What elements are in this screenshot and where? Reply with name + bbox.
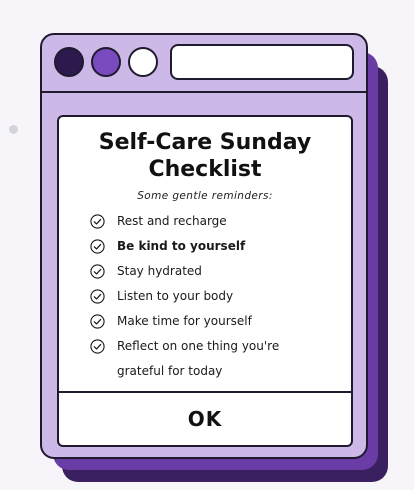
checklist-item[interactable]: Reflect on one thing you're grateful for… [90, 337, 351, 384]
checklist-item[interactable]: Make time for yourself [90, 312, 351, 331]
check-circle-icon [90, 239, 105, 254]
checklist-title-line1: Self-Care Sunday [98, 130, 312, 155]
checklist-panel: Self-Care Sunday Checklist Some gentle r… [57, 115, 353, 447]
checklist-item-label: Rest and recharge [117, 214, 227, 228]
check-circle-icon [90, 214, 105, 229]
checklist-item[interactable]: Stay hydrated [90, 262, 351, 281]
checklist-item[interactable]: Be kind to yourself [90, 237, 351, 256]
window-control-dark-circle[interactable] [54, 47, 84, 77]
check-circle-icon [90, 264, 105, 279]
dialog-window: Self-Care Sunday Checklist Some gentle r… [40, 33, 368, 459]
checklist-item-label: Stay hydrated [117, 264, 202, 278]
check-circle-icon [90, 314, 105, 329]
checklist-item-label: Listen to your body [117, 289, 234, 303]
checklist-title: Self-Care Sunday Checklist [59, 129, 351, 183]
check-circle-icon [90, 289, 105, 304]
checklist-title-line2: Checklist [148, 157, 262, 182]
check-circle-icon [90, 339, 105, 354]
checklist-item[interactable]: Listen to your body [90, 287, 351, 306]
decorative-dot [9, 125, 18, 134]
ok-button-label: OK [187, 407, 223, 431]
window-control-white-circle[interactable] [128, 47, 158, 77]
titlebar-address-field[interactable] [170, 44, 354, 80]
ok-button[interactable]: OK [59, 391, 351, 445]
checklist-item-label: Make time for yourself [117, 314, 252, 328]
checklist-item-label: Be kind to yourself [117, 239, 246, 253]
window-titlebar [42, 35, 366, 93]
checklist-item-label: Reflect on one thing you're grateful for… [117, 339, 280, 378]
window-control-purple-circle[interactable] [91, 47, 121, 77]
checklist-items: Rest and recharge Be kind to yourself St… [59, 212, 351, 384]
checklist-item[interactable]: Rest and recharge [90, 212, 351, 231]
checklist-subtitle: Some gentle reminders: [137, 190, 273, 202]
